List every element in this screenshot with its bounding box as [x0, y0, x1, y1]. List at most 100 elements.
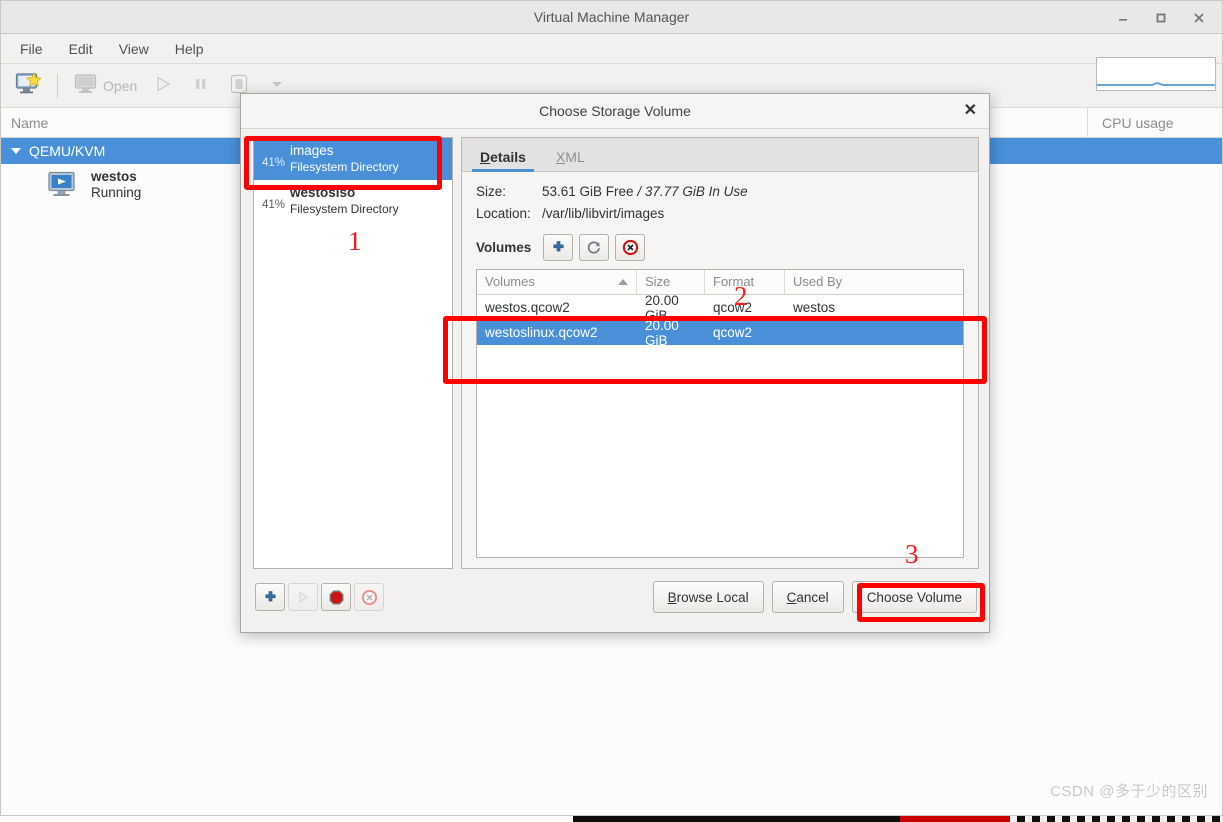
window-controls — [1114, 1, 1216, 34]
menu-view[interactable]: View — [108, 37, 160, 61]
new-vm-button[interactable] — [9, 69, 47, 103]
play-icon — [152, 74, 174, 97]
table-row[interactable]: westos.qcow2 20.00 GiB qcow2 westos — [477, 293, 963, 323]
vm-name: westos — [91, 168, 137, 184]
volumes-label: Volumes — [476, 240, 532, 255]
location-value: /var/lib/libvirt/images — [542, 206, 665, 221]
vm-running-icon — [47, 171, 81, 199]
browse-local-button[interactable]: Browse Local — [652, 581, 764, 613]
strip-red-segment — [900, 816, 1010, 822]
run-button[interactable] — [145, 69, 181, 103]
browse-local-mnemonic: B — [667, 589, 677, 605]
vm-info: westos Running — [91, 169, 141, 201]
tab-details-mnemonic: D — [480, 149, 491, 165]
start-pool-button[interactable] — [288, 583, 318, 611]
expander-triangle-icon[interactable] — [11, 148, 21, 154]
tab-xml-mnemonic: X — [555, 149, 566, 165]
volumes-table[interactable]: Volumes Size Format Used By westos.qcow2… — [476, 269, 964, 558]
volumes-table-header: Volumes Size Format Used By — [477, 270, 963, 295]
pool-type: Filesystem Directory — [290, 201, 399, 216]
annotation-number-1: 1 — [348, 226, 362, 256]
tab-details[interactable]: Details — [472, 145, 534, 172]
refresh-volumes-button[interactable] — [579, 234, 610, 261]
cpu-usage-sparkline — [1096, 57, 1216, 91]
pool-detail-panel: Details XML Size: 53.61 GiB Free / 37.77… — [461, 137, 979, 569]
pool-usage-percent: 41% — [261, 198, 285, 211]
pool-usage-percent: 41% — [261, 156, 285, 169]
strip-dotted-segment — [1010, 816, 1223, 822]
desktop-bottom-strip — [0, 816, 1223, 822]
tab-details-label: etails — [490, 149, 526, 165]
dialog-titlebar: Choose Storage Volume ✕ — [241, 94, 989, 129]
location-label: Location: — [476, 206, 531, 221]
maximize-icon[interactable] — [1152, 9, 1170, 27]
choose-volume-button[interactable]: Choose Volume — [851, 581, 977, 613]
delete-pool-button[interactable] — [354, 583, 384, 611]
pool-type: Filesystem Directory — [290, 159, 399, 174]
page-title: Virtual Machine Manager — [533, 9, 690, 25]
column-header-cpu-usage[interactable]: CPU usage — [1087, 107, 1222, 138]
dialog-footer: Browse Local Cancel Choose Volume — [241, 569, 989, 625]
open-button-label: Open — [103, 77, 138, 94]
cell-volume-name: westos.qcow2 — [485, 300, 570, 315]
column-header-used-by[interactable]: Used By — [785, 270, 963, 294]
dialog-body: 41% images Filesystem Directory 41% west… — [241, 129, 989, 569]
pause-button[interactable] — [183, 69, 219, 103]
pool-action-buttons — [255, 583, 384, 611]
size-free: 53.61 GiB Free — [542, 184, 634, 199]
monitor-icon — [74, 73, 98, 98]
add-pool-button[interactable] — [255, 583, 285, 611]
menu-edit[interactable]: Edit — [58, 37, 104, 61]
size-separator: / — [637, 184, 642, 199]
pause-icon — [191, 74, 211, 97]
pool-item-images[interactable]: 41% images Filesystem Directory — [254, 138, 452, 180]
browse-local-label: rowse Local — [676, 589, 749, 605]
cell-used-by: westos — [793, 300, 836, 315]
choose-storage-volume-dialog: Choose Storage Volume ✕ 41% images Files… — [240, 93, 990, 633]
size-used: 37.77 GiB In Use — [644, 184, 748, 199]
dialog-title: Choose Storage Volume — [539, 103, 691, 119]
size-label: Size: — [476, 184, 507, 199]
close-icon[interactable] — [1190, 9, 1208, 27]
cancel-button[interactable]: Cancel — [771, 581, 844, 613]
cell-volume-name: westoslinux.qcow2 — [485, 325, 598, 340]
pool-name: westosiso — [290, 185, 356, 201]
cell-format: qcow2 — [713, 325, 753, 340]
close-icon[interactable]: ✕ — [964, 103, 977, 119]
annotation-number-3: 3 — [905, 539, 919, 569]
open-button[interactable]: Open — [68, 69, 143, 103]
minimize-icon[interactable] — [1114, 9, 1132, 27]
menubar: File Edit View Help — [1, 34, 1222, 64]
pool-location-row: Location: /var/lib/libvirt/images — [476, 206, 964, 221]
menu-help[interactable]: Help — [164, 37, 215, 61]
stop-pool-button[interactable] — [321, 583, 351, 611]
column-header-volumes[interactable]: Volumes — [477, 270, 637, 294]
column-header-size[interactable]: Size — [637, 270, 705, 294]
cancel-mnemonic: C — [786, 589, 797, 605]
table-row[interactable]: westoslinux.qcow2 20.00 GiB qcow2 — [477, 317, 963, 348]
detail-body: Size: 53.61 GiB Free / 37.77 GiB In Use … — [461, 171, 979, 569]
volumes-toolbar: Volumes — [476, 234, 964, 261]
add-volume-button[interactable] — [543, 234, 574, 261]
main-titlebar: Virtual Machine Manager — [1, 1, 1222, 34]
delete-volume-button[interactable] — [615, 234, 646, 261]
detail-tabs: Details XML — [461, 137, 979, 172]
tab-xml[interactable]: XML — [552, 145, 589, 171]
menu-file[interactable]: File — [9, 37, 54, 61]
toolbar-separator — [57, 73, 58, 98]
tab-xml-label: ML — [565, 149, 585, 165]
pool-size-row: Size: 53.61 GiB Free / 37.77 GiB In Use — [476, 184, 964, 199]
size-value: 53.61 GiB Free / 37.77 GiB In Use — [542, 184, 748, 199]
storage-pool-list[interactable]: 41% images Filesystem Directory 41% west… — [253, 137, 453, 569]
sort-ascending-icon — [618, 279, 628, 285]
dialog-footer-buttons: Browse Local Cancel Choose Volume — [652, 581, 977, 613]
cancel-label: ancel — [796, 589, 829, 605]
cell-size: 20.00 GiB — [645, 317, 679, 348]
annotation-number-2: 2 — [734, 281, 748, 311]
pool-item-westosiso[interactable]: 41% westosiso Filesystem Directory — [254, 180, 452, 222]
connection-label: QEMU/KVM — [29, 143, 106, 159]
strip-white-segment — [0, 816, 573, 822]
vm-state: Running — [91, 185, 142, 200]
new-vm-icon — [15, 72, 42, 99]
watermark-text: CSDN @多于少的区别 — [1050, 783, 1208, 800]
